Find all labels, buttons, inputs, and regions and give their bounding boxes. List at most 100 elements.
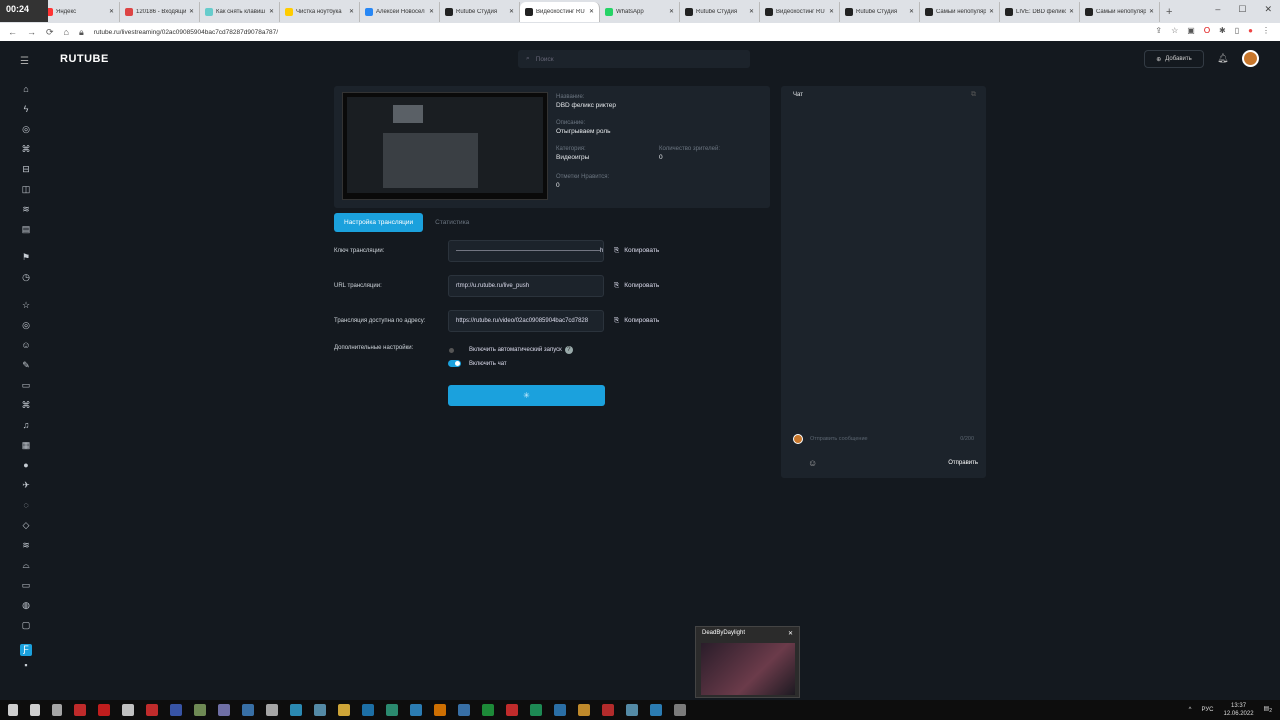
browser-tab[interactable]: LIVE: DBD феликс ✕ [1000, 1, 1080, 22]
sound-icon[interactable]: ≋ [20, 540, 32, 560]
app-icon[interactable] [170, 704, 182, 716]
stream-key-field[interactable]: ————————————————————————ho [448, 240, 604, 262]
tab-close-icon[interactable]: ✕ [509, 8, 514, 15]
taskbar-window-preview[interactable]: DeadByDaylight ✕ [695, 626, 800, 698]
home-icon[interactable]: ⌂ [20, 84, 32, 104]
plane-icon[interactable]: ✈ [20, 480, 32, 500]
radio-icon[interactable]: ⌘ [20, 400, 32, 420]
tab-close-icon[interactable]: ✕ [269, 8, 274, 15]
clock[interactable]: 13:37 12.06.2022 [1224, 702, 1254, 718]
browser-tab[interactable]: 120186 - Входящие ✕ [120, 1, 200, 22]
tab-close-icon[interactable]: ✕ [1069, 8, 1074, 15]
star-icon[interactable]: ☆ [20, 300, 32, 320]
emoji-icon[interactable]: ☺ [808, 458, 817, 468]
tab-close-icon[interactable]: ✕ [989, 8, 994, 15]
layers-icon[interactable]: ≋ [20, 204, 32, 224]
autostart-toggle[interactable] [448, 347, 461, 354]
taskview-icon[interactable] [52, 704, 62, 716]
close-icon[interactable]: ✕ [788, 630, 793, 637]
bulb-icon[interactable]: ◌ [20, 500, 32, 520]
app-icon[interactable] [242, 704, 254, 716]
maximize-button[interactable]: ☐ [1238, 4, 1246, 15]
settings-icon[interactable] [266, 704, 278, 716]
app-icon[interactable] [626, 704, 638, 716]
app-icon[interactable] [290, 704, 302, 716]
tab-close-icon[interactable]: ✕ [429, 8, 434, 15]
windows-icon[interactable] [8, 704, 18, 716]
mic-icon[interactable]: ● [20, 460, 32, 480]
tab-close-icon[interactable]: ✕ [669, 8, 674, 15]
tab-close-icon[interactable]: ✕ [829, 8, 834, 15]
yandex-icon[interactable] [74, 704, 86, 716]
notifications-icon[interactable]: ▤2 [1264, 705, 1272, 714]
tab-close-icon[interactable]: ✕ [109, 8, 114, 15]
browser-tab[interactable]: Rutube Студия ✕ [840, 1, 920, 22]
flash-icon[interactable]: ϟ [20, 104, 32, 124]
edge-icon[interactable] [386, 704, 398, 716]
smile-icon[interactable]: ☺ [20, 340, 32, 360]
film-icon[interactable]: ▦ [20, 440, 32, 460]
chrome-icon[interactable] [602, 704, 614, 716]
rutube-logo[interactable]: RUTUBE [60, 53, 109, 65]
browser-tab[interactable]: Как снять клавиш ✕ [200, 1, 280, 22]
tab-statistics[interactable]: Статистика [431, 219, 473, 226]
search-input[interactable]: ⌕ Поиск [518, 50, 750, 68]
copy-key-button[interactable]: ⎘ Копировать [614, 247, 659, 255]
box-icon[interactable]: ▭ [20, 580, 32, 600]
gamepad-icon[interactable]: ◫ [20, 184, 32, 204]
app-icon[interactable] [362, 704, 374, 716]
bookmark-icon[interactable]: ⚑ [20, 252, 32, 272]
browser-tab[interactable]: Rutube Студия ✕ [680, 1, 760, 22]
telegram-icon[interactable] [650, 704, 662, 716]
new-tab-button[interactable]: + [1166, 6, 1172, 18]
star-icon[interactable]: ☆ [1171, 26, 1178, 35]
dbd-icon[interactable] [674, 704, 686, 716]
chat-toggle[interactable] [448, 360, 461, 367]
studio-icon[interactable]: ▤ [20, 224, 32, 244]
stream-url-field[interactable]: rtmp://u.rutube.ru/live_push [448, 275, 604, 297]
browser-tab[interactable]: WhatsApp ✕ [600, 1, 680, 22]
file-icon[interactable] [458, 704, 470, 716]
add-button[interactable]: ⊕ Добавить [1144, 50, 1204, 68]
tray-chevron-icon[interactable]: ^ [1189, 707, 1192, 713]
car-icon[interactable]: ⊟ [20, 164, 32, 184]
opera-icon[interactable]: O [1204, 26, 1210, 35]
tab-stream-settings[interactable]: Настройка трансляции [334, 213, 424, 232]
profile-icon[interactable]: ● [1248, 26, 1253, 35]
tab-close-icon[interactable]: ✕ [189, 8, 194, 15]
url-text[interactable]: rutube.ru/livestreaming/02ac09085904bac7… [94, 29, 278, 36]
forward-icon[interactable]: → [27, 27, 36, 37]
menu-icon[interactable]: ⋮ [1262, 26, 1270, 35]
share-icon[interactable]: ⇪ [1155, 26, 1162, 35]
browser-tab[interactable]: Яндекс ✕ [40, 1, 120, 22]
chrome-icon[interactable] [578, 704, 590, 716]
help-icon[interactable]: ? [564, 346, 573, 354]
app-icon[interactable] [314, 704, 326, 716]
copy-link-button[interactable]: ⎘ Копировать [614, 317, 659, 325]
sport-icon[interactable]: Ƒ [20, 644, 32, 656]
app-icon[interactable] [554, 704, 566, 716]
app-icon[interactable] [410, 704, 422, 716]
globe-icon[interactable]: ◎ [20, 124, 32, 144]
avatar[interactable] [1242, 50, 1259, 67]
chat-input[interactable]: Отправить сообщение [810, 436, 868, 442]
cap-icon[interactable]: ⌓ [20, 560, 32, 580]
minimize-button[interactable]: – [1215, 4, 1220, 15]
brush-icon[interactable]: ✎ [20, 360, 32, 380]
tab-close-icon[interactable]: ✕ [1149, 8, 1154, 15]
app-icon[interactable] [506, 704, 518, 716]
stream-link-field[interactable]: https://rutube.ru/video/02ac09085904bac7… [448, 310, 604, 332]
tab-close-icon[interactable]: ✕ [349, 8, 354, 15]
browser-tab[interactable]: Алексей Новосел ✕ [360, 1, 440, 22]
broadcast-icon[interactable]: ⌘ [20, 144, 32, 164]
tab-close-icon[interactable]: ✕ [909, 8, 914, 15]
steam-icon[interactable] [530, 704, 542, 716]
excel-icon[interactable] [482, 704, 494, 716]
back-icon[interactable]: ← [8, 27, 17, 37]
browser-tab[interactable]: Самый непопуляр ✕ [1080, 1, 1160, 22]
folder-icon[interactable] [338, 704, 350, 716]
address-bar[interactable]: ← → ⟳ ⌂ 🔒︎ rutube.ru/livestreaming/02ac09085… [0, 23, 1280, 41]
hamburger-icon[interactable]: ☰ [20, 56, 29, 67]
yandex-browser-icon[interactable] [146, 704, 158, 716]
sidepanel-icon[interactable]: ▯ [1235, 26, 1239, 35]
